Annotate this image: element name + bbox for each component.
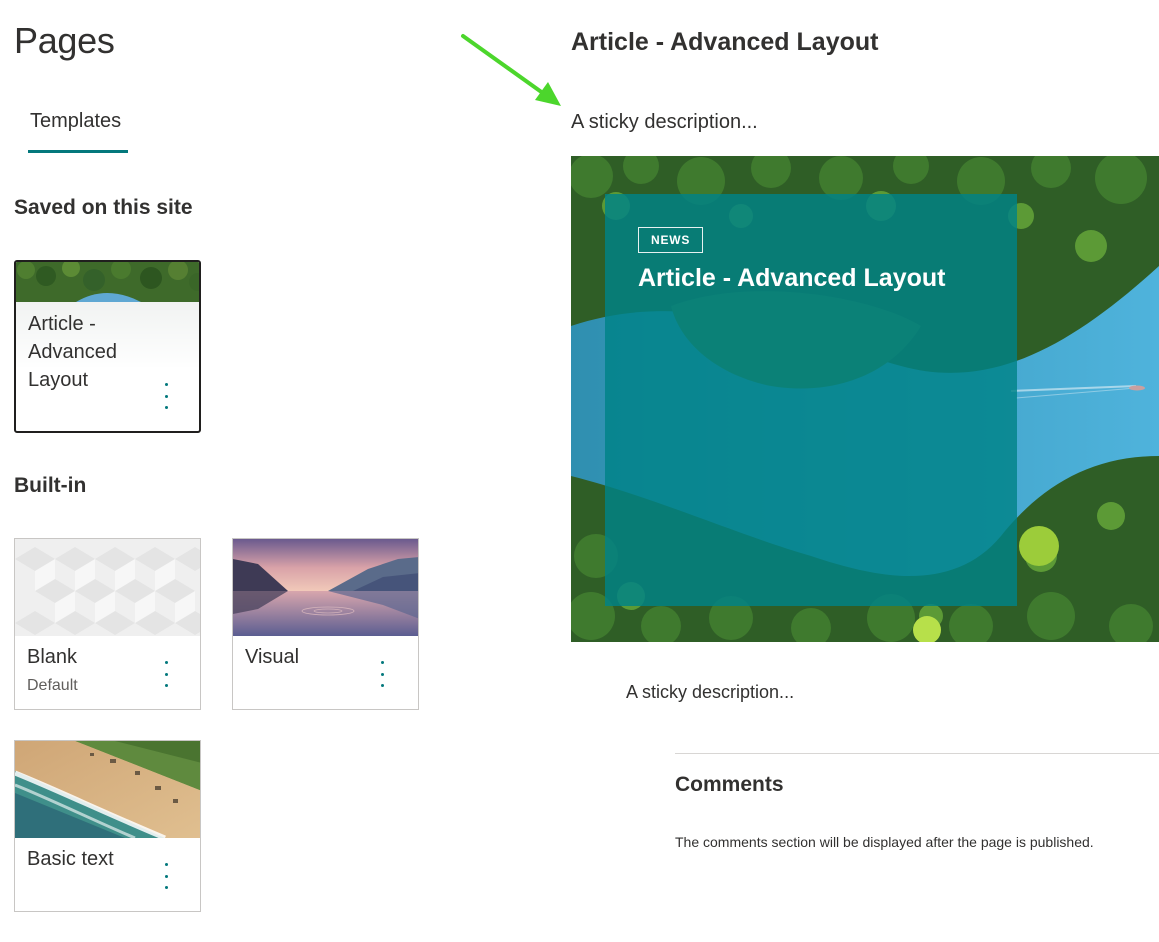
comments-note: The comments section will be displayed a… <box>675 834 1094 850</box>
page-title: Pages <box>14 20 115 61</box>
tab-templates-label: Templates <box>30 110 122 132</box>
hero-image: NEWS Article - Advanced Layout <box>571 156 1159 642</box>
comments-divider <box>675 753 1159 754</box>
annotation-arrow-icon <box>461 34 561 106</box>
template-card-title: Basic text <box>27 848 114 870</box>
section-heading-builtin: Built-in <box>14 474 87 497</box>
template-card-subtitle: Default <box>27 677 78 694</box>
template-card-title: Article - Advanced Layout <box>28 313 117 391</box>
template-thumbnail <box>233 539 418 636</box>
section-heading-saved: Saved on this site <box>14 196 193 219</box>
more-vertical-icon[interactable] <box>160 863 172 889</box>
preview-title: Article - Advanced Layout <box>571 28 879 56</box>
template-card-visual[interactable]: Visual <box>232 538 419 710</box>
template-card-title: Visual <box>245 646 300 668</box>
more-vertical-icon[interactable] <box>160 661 172 687</box>
body-description: A sticky description... <box>626 682 795 702</box>
template-thumbnail <box>15 539 200 636</box>
more-vertical-icon[interactable] <box>376 661 388 687</box>
template-card-basic-text[interactable]: Basic text <box>14 740 201 912</box>
hero-text-panel: NEWS Article - Advanced Layout <box>605 194 1017 606</box>
more-vertical-icon[interactable] <box>160 383 172 409</box>
template-card-title: Blank <box>27 646 78 668</box>
comments-title: Comments <box>675 773 784 796</box>
preview-description: A sticky description... <box>571 111 758 133</box>
news-badge: NEWS <box>638 227 704 253</box>
template-thumbnail <box>15 741 200 838</box>
tab-selected-indicator <box>28 150 128 153</box>
hero-title: Article - Advanced Layout <box>638 264 946 292</box>
template-card-article-advanced-layout[interactable]: Article - Advanced Layout <box>14 260 201 433</box>
tab-templates[interactable]: Templates <box>28 110 128 154</box>
template-card-blank[interactable]: Blank Default <box>14 538 201 710</box>
